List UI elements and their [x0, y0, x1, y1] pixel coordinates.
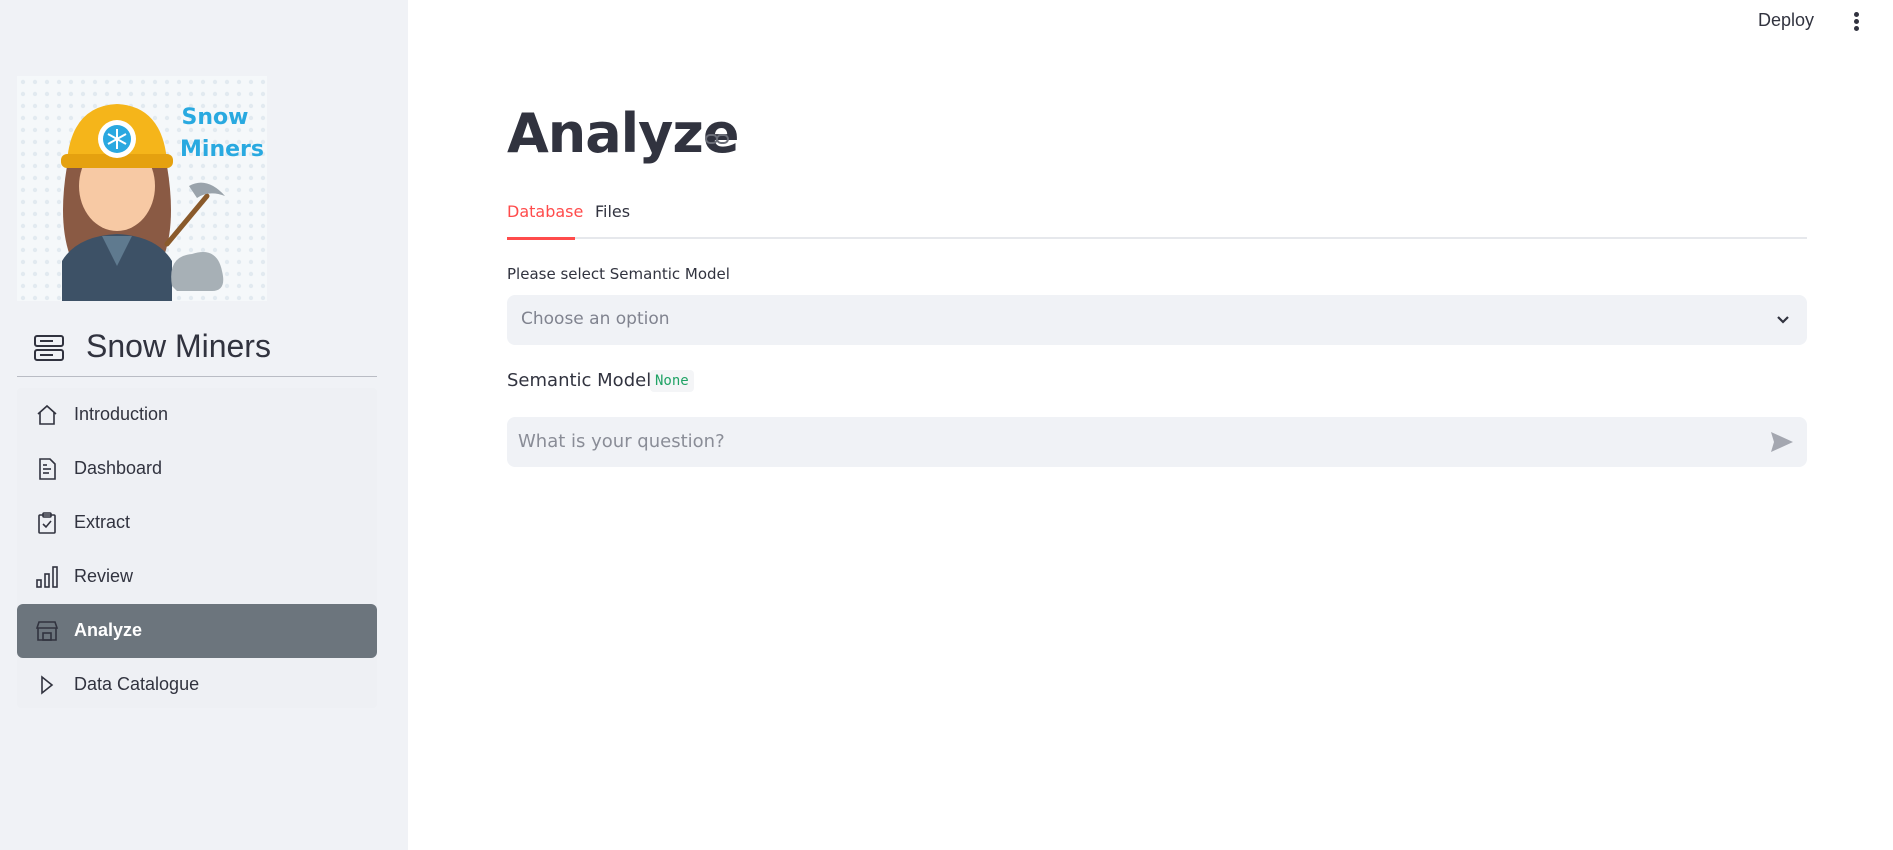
tab-bar: Database Files — [507, 196, 1807, 240]
sidebar-item-label: Review — [74, 566, 134, 586]
question-input[interactable]: What is your question? — [507, 417, 1807, 467]
chevron-down-icon — [1775, 312, 1791, 328]
sidebar-item-label: Introduction — [74, 404, 169, 424]
document-icon — [35, 457, 59, 481]
bar-chart-icon — [35, 565, 59, 589]
sidebar-item-dashboard[interactable]: Dashboard — [17, 442, 377, 496]
logo-text-line2: Miners — [180, 137, 264, 162]
sidebar-brand: Snow Miners — [17, 320, 377, 378]
tab-files[interactable]: Files — [595, 202, 630, 221]
semantic-model-value: None — [650, 370, 694, 392]
sidebar-item-introduction[interactable]: Introduction — [17, 388, 377, 442]
sidebar-item-label: Extract — [74, 512, 131, 532]
kebab-menu-icon[interactable] — [1852, 12, 1860, 32]
question-placeholder: What is your question? — [518, 431, 725, 452]
sidebar-item-label: Analyze — [74, 620, 143, 640]
logo-text-line1: Snow — [182, 105, 249, 130]
sidebar-nav: Introduction Dashboard Extract Review An… — [17, 388, 377, 708]
server-stack-icon — [31, 330, 67, 366]
logo-image: Snow Miners — [17, 76, 267, 301]
semantic-model-select-label: Please select Semantic Model — [507, 265, 730, 283]
send-icon[interactable] — [1769, 430, 1795, 454]
clipboard-check-icon — [35, 511, 59, 535]
sidebar-item-label: Dashboard — [74, 458, 163, 478]
sidebar-divider — [17, 376, 377, 377]
shop-icon — [35, 619, 59, 643]
sidebar-brand-title: Snow Miners — [86, 328, 271, 364]
tab-database[interactable]: Database — [507, 202, 583, 221]
play-outline-icon — [35, 673, 59, 697]
house-icon — [35, 403, 59, 427]
semantic-model-label: Semantic Model: — [507, 370, 658, 391]
sidebar-item-label: Data Catalogue — [74, 674, 200, 694]
semantic-model-select[interactable]: Choose an option — [507, 295, 1807, 345]
select-placeholder: Choose an option — [521, 309, 670, 329]
active-tab-indicator — [507, 237, 575, 240]
sidebar-item-data-catalogue[interactable]: Data Catalogue — [17, 658, 377, 712]
sidebar-item-extract[interactable]: Extract — [17, 496, 377, 550]
main-content: Analyze Database Files Please select Sem… — [507, 0, 1807, 850]
sidebar-item-analyze[interactable]: Analyze — [17, 604, 377, 658]
sidebar-item-review[interactable]: Review — [17, 550, 377, 604]
link-icon[interactable] — [704, 128, 730, 150]
tab-bar-baseline — [507, 237, 1807, 239]
sidebar: Snow Miners Snow Miners Introduction Das… — [0, 0, 408, 850]
